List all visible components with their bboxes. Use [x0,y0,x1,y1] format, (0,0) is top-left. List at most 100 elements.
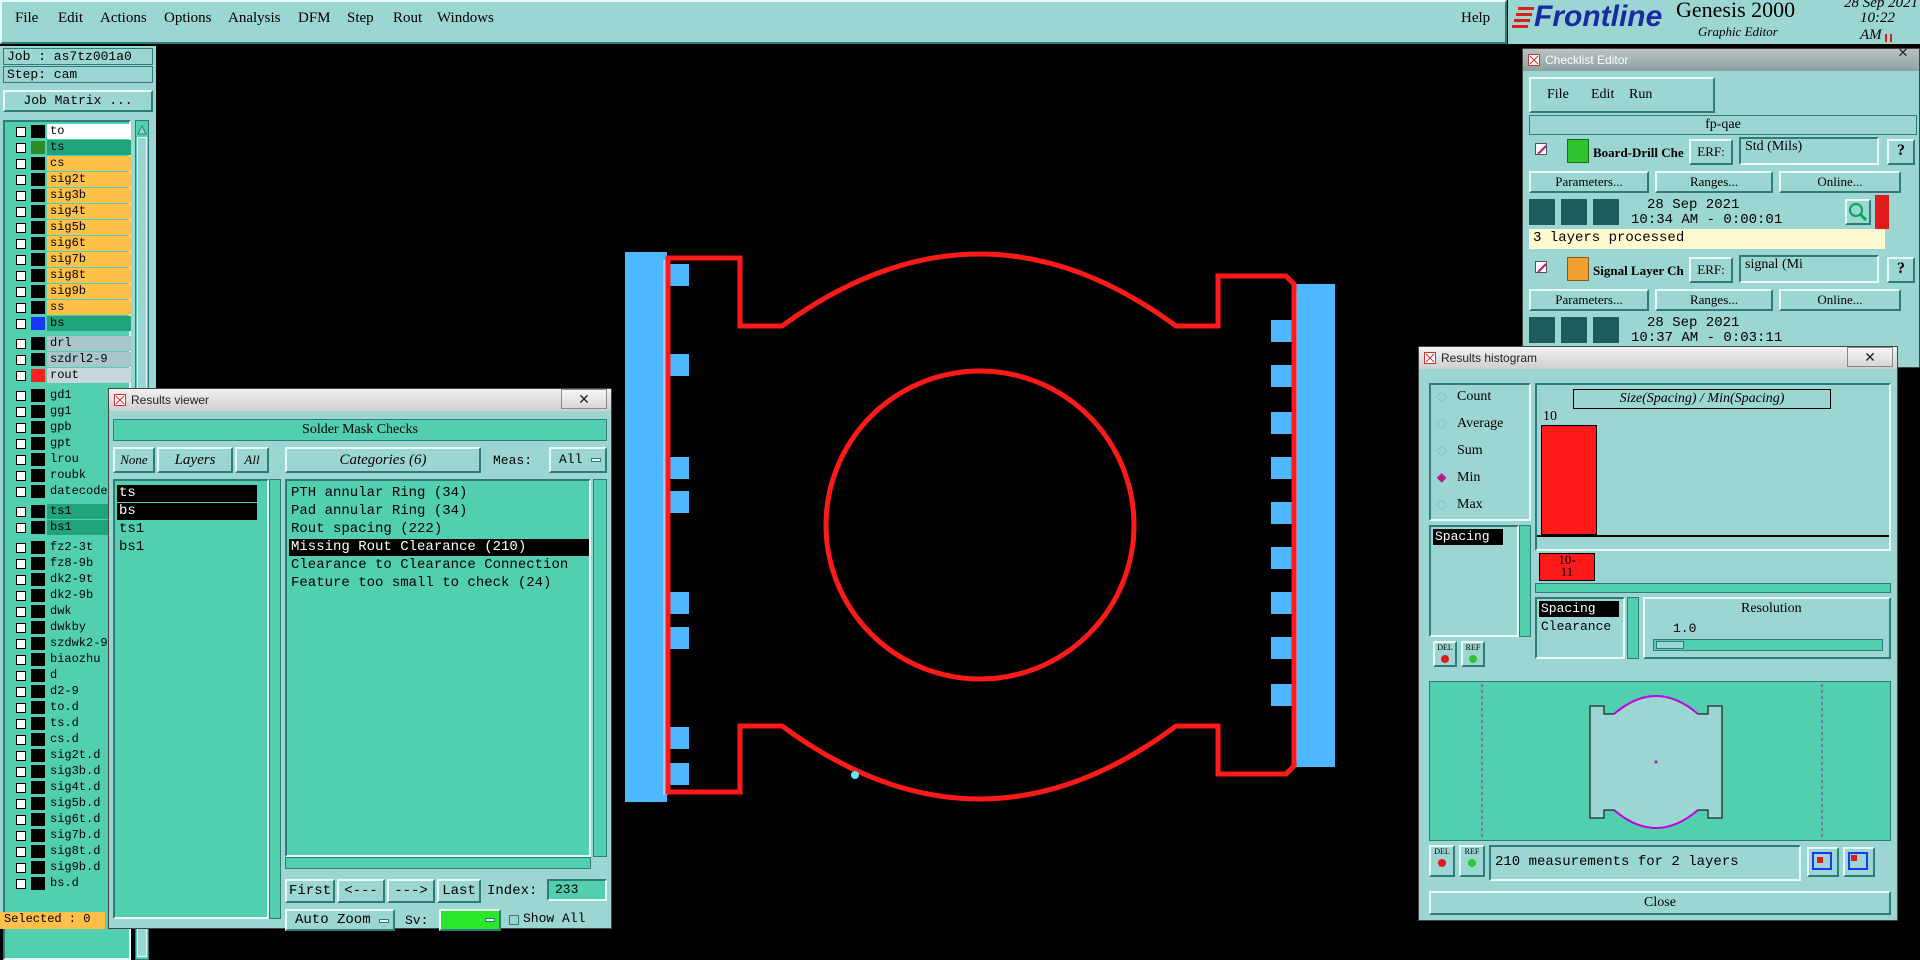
layer-name[interactable]: cs [47,156,131,171]
layer-color-swatch[interactable] [31,733,45,746]
layer-checkbox[interactable] [16,783,26,793]
zoom-home-icon[interactable] [1843,847,1875,877]
layer-checkbox[interactable] [16,719,26,729]
results-category-list[interactable]: PTH annular Ring (34) Pad annular Ring (3… [285,479,591,857]
layer-color-swatch[interactable] [31,141,45,154]
layer-color-swatch[interactable] [31,573,45,586]
radio-icon[interactable]: ◆ [1437,389,1446,404]
ref-button[interactable]: REF [1459,845,1485,877]
layer-color-swatch[interactable] [31,437,45,450]
type-item-spacing[interactable]: Spacing [1539,601,1619,617]
layer-checkbox[interactable] [16,391,26,401]
layer-color-swatch[interactable] [31,701,45,714]
layer-checkbox[interactable] [16,703,26,713]
layer-color-swatch[interactable] [31,221,45,234]
run-icon[interactable] [1529,199,1555,225]
zoom-icon[interactable] [1845,199,1871,225]
resolution-slider-thumb[interactable] [1656,641,1684,649]
layer-color-swatch[interactable] [31,861,45,874]
layer-checkbox[interactable] [16,847,26,857]
layer-checkbox[interactable] [16,735,26,745]
layer-checkbox[interactable] [16,355,26,365]
category-list-scrollbar[interactable] [593,479,607,857]
layer-name[interactable]: sig6t [47,236,131,251]
stat-option-min[interactable]: ◆ Min [1435,470,1527,490]
layer-name[interactable]: ss [47,300,131,315]
layer-checkbox[interactable] [16,523,26,533]
layer-color-swatch[interactable] [31,541,45,554]
layer-color-swatch[interactable] [31,605,45,618]
type-list[interactable]: Spacing Clearance [1535,597,1625,659]
stat-option-count[interactable]: ◆ Count [1435,389,1527,409]
layer-color-swatch[interactable] [31,421,45,434]
layer-color-swatch[interactable] [31,173,45,186]
layer-row[interactable]: sig7b [9,252,131,267]
radio-icon[interactable]: ◆ [1437,470,1446,485]
layer-checkbox[interactable] [16,831,26,841]
layer-checkbox[interactable] [16,371,26,381]
menu-options[interactable]: Options [164,10,212,27]
layer-name[interactable]: sig4t [47,204,131,219]
layer-checkbox[interactable] [16,339,26,349]
menu-edit[interactable]: Edit [58,10,83,27]
layer-checkbox[interactable] [16,191,26,201]
run-icon[interactable] [1593,317,1619,343]
del-button[interactable]: DEL [1429,845,1455,877]
layer-row[interactable]: cs [9,156,131,171]
layer-checkbox[interactable] [16,655,26,665]
layer-name[interactable]: drl [47,336,131,351]
ranges-button[interactable]: Ranges... [1655,171,1773,193]
layer-checkbox[interactable] [16,607,26,617]
layer-color-swatch[interactable] [31,205,45,218]
layer-color-swatch[interactable] [31,797,45,810]
layer-color-swatch[interactable] [31,621,45,634]
layer-color-swatch[interactable] [31,813,45,826]
menu-step[interactable]: Step [347,10,374,27]
chart-hscrollbar[interactable] [1535,583,1891,593]
layer-row[interactable]: sig2t [9,172,131,187]
layer-checkbox[interactable] [16,455,26,465]
select-none-button[interactable]: None [113,447,155,473]
layer-color-swatch[interactable] [31,317,45,330]
measure-item-spacing[interactable]: Spacing [1433,529,1503,545]
close-icon[interactable]: ✕ [1888,46,1918,59]
layer-color-swatch[interactable] [31,877,45,890]
layer-row[interactable]: sig9b [9,284,131,299]
layer-name[interactable]: szdrl2-9 [47,352,131,367]
layer-checkbox[interactable] [16,623,26,633]
layer-checkbox[interactable] [16,863,26,873]
layer-name[interactable]: to [47,124,131,139]
results-category-item[interactable]: PTH annular Ring (34) [289,485,589,502]
menu-analysis[interactable]: Analysis [228,10,281,27]
layer-checkbox[interactable] [16,255,26,265]
layer-color-swatch[interactable] [31,485,45,498]
layer-name[interactable]: sig8t [47,268,131,283]
last-button[interactable]: Last [437,879,481,903]
layer-color-swatch[interactable] [31,653,45,666]
layer-checkbox[interactable] [16,127,26,137]
select-all-button[interactable]: All [235,447,269,473]
type-list-scrollbar[interactable] [1627,597,1639,659]
online-button[interactable]: Online... [1779,171,1901,193]
layer-color-swatch[interactable] [31,637,45,650]
scroll-up-icon[interactable] [137,123,147,135]
layer-name[interactable]: sig3b [47,188,131,203]
results-viewer-titlebar[interactable]: Results viewer ✕ [109,389,611,411]
layer-checkbox[interactable] [16,319,26,329]
histogram-bar[interactable] [1541,425,1597,535]
layer-checkbox[interactable] [16,487,26,497]
layer-color-swatch[interactable] [31,685,45,698]
layer-row[interactable]: sig5b [9,220,131,235]
ranges-button[interactable]: Ranges... [1655,289,1773,311]
layer-color-swatch[interactable] [31,253,45,266]
layer-name[interactable]: sig5b [47,220,131,235]
layer-name[interactable]: ts [47,140,131,155]
resolution-slider[interactable] [1653,639,1883,651]
job-matrix-button[interactable]: Job Matrix ... [3,90,153,112]
menu-actions[interactable]: Actions [100,10,147,27]
run-icon[interactable] [1561,317,1587,343]
run-icon[interactable] [1561,199,1587,225]
first-button[interactable]: First [285,879,335,903]
layer-color-swatch[interactable] [31,301,45,314]
layer-checkbox[interactable] [16,639,26,649]
